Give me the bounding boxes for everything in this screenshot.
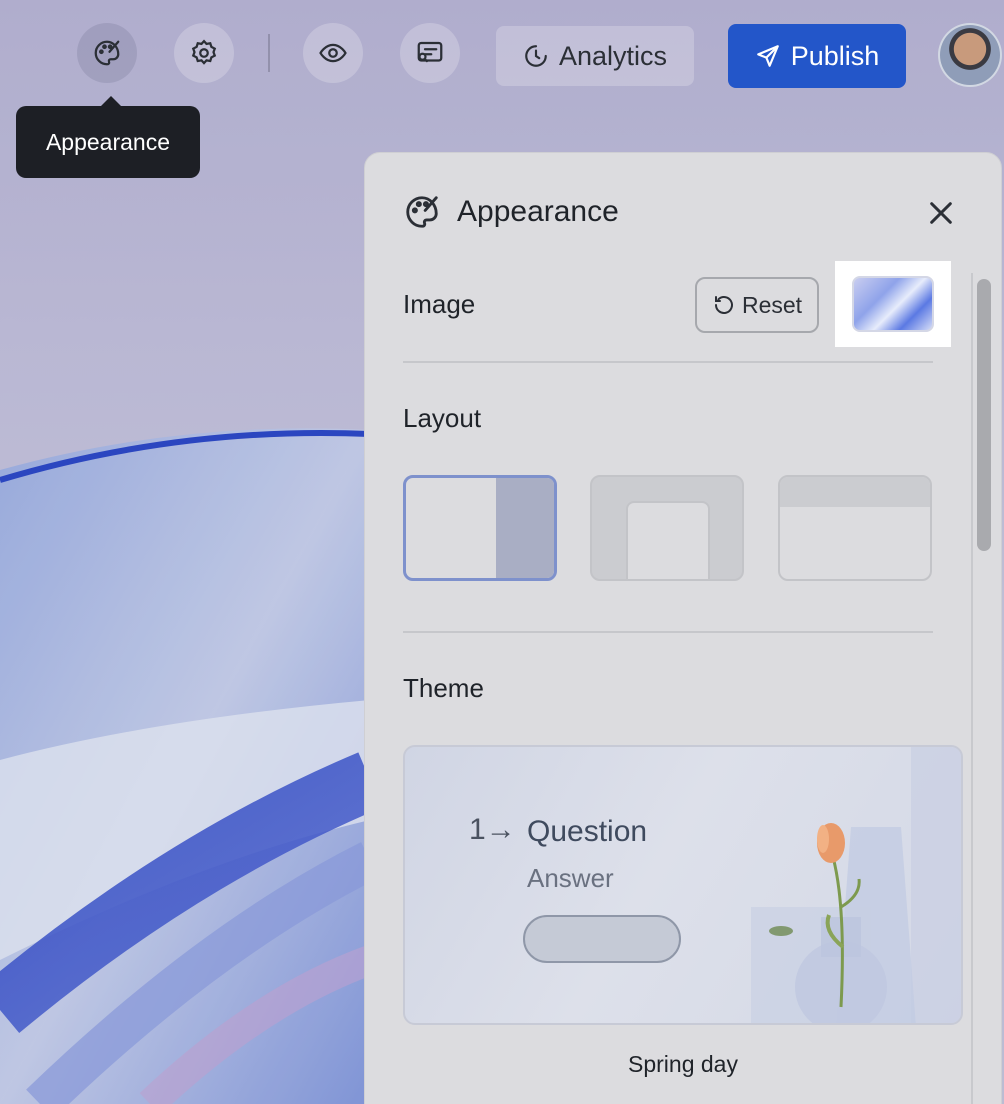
layout-preview-card bbox=[626, 501, 710, 579]
form-preview-button[interactable] bbox=[400, 23, 460, 83]
palette-icon bbox=[406, 196, 438, 228]
theme-question-number: 1→ bbox=[469, 813, 516, 846]
theme-card-spring-day[interactable]: 1→ Question Answer bbox=[403, 745, 963, 1025]
theme-label: Theme bbox=[403, 673, 484, 703]
reset-icon bbox=[714, 296, 733, 314]
layout-option-split-right[interactable] bbox=[403, 475, 557, 581]
analytics-button[interactable]: Analytics bbox=[496, 26, 694, 86]
theme-name: Spring day bbox=[628, 1051, 738, 1077]
layout-option-banner-top[interactable] bbox=[778, 475, 932, 581]
theme-answer: Answer bbox=[527, 863, 614, 893]
analytics-icon bbox=[525, 45, 547, 67]
gear-icon bbox=[191, 39, 217, 65]
appearance-tooltip: Appearance bbox=[16, 96, 200, 178]
image-label: Image bbox=[403, 289, 476, 319]
settings-button[interactable] bbox=[174, 23, 234, 83]
user-avatar[interactable] bbox=[938, 23, 1002, 87]
layout-option-card-center[interactable] bbox=[590, 475, 744, 581]
top-toolbar: Analytics Publish bbox=[0, 0, 1004, 110]
publish-button[interactable]: Publish bbox=[728, 24, 906, 88]
divider bbox=[403, 361, 933, 363]
theme-button-sample bbox=[523, 915, 681, 963]
image-thumbnail-highlight bbox=[835, 261, 951, 347]
scrollbar-thumb[interactable] bbox=[977, 279, 991, 551]
background-image-thumbnail[interactable] bbox=[852, 276, 934, 332]
tooltip-text: Appearance bbox=[45, 128, 171, 155]
close-icon[interactable] bbox=[925, 197, 957, 229]
reset-button[interactable]: Reset bbox=[695, 277, 819, 333]
reset-label: Reset bbox=[741, 291, 803, 318]
send-icon bbox=[756, 45, 779, 67]
publish-label: Publish bbox=[790, 40, 880, 71]
divider bbox=[403, 631, 933, 633]
palette-icon bbox=[94, 40, 120, 66]
analytics-label: Analytics bbox=[558, 40, 668, 71]
layout-preview-side bbox=[496, 478, 554, 578]
form-preview-icon bbox=[417, 41, 443, 63]
scrollbar-track bbox=[971, 273, 973, 1104]
eye-icon bbox=[319, 43, 347, 63]
appearance-panel: Appearance Image Reset Layout Theme 1→ Q… bbox=[364, 152, 1002, 1104]
toolbar-divider bbox=[268, 34, 270, 72]
layout-label: Layout bbox=[403, 403, 482, 433]
preview-button[interactable] bbox=[303, 23, 363, 83]
layout-preview-banner bbox=[780, 477, 930, 507]
theme-question: Question bbox=[527, 815, 648, 848]
flower-vase-illustration bbox=[751, 747, 961, 1023]
panel-title: Appearance bbox=[457, 195, 619, 228]
panel-header: Appearance bbox=[403, 193, 619, 231]
appearance-button[interactable] bbox=[77, 23, 137, 83]
